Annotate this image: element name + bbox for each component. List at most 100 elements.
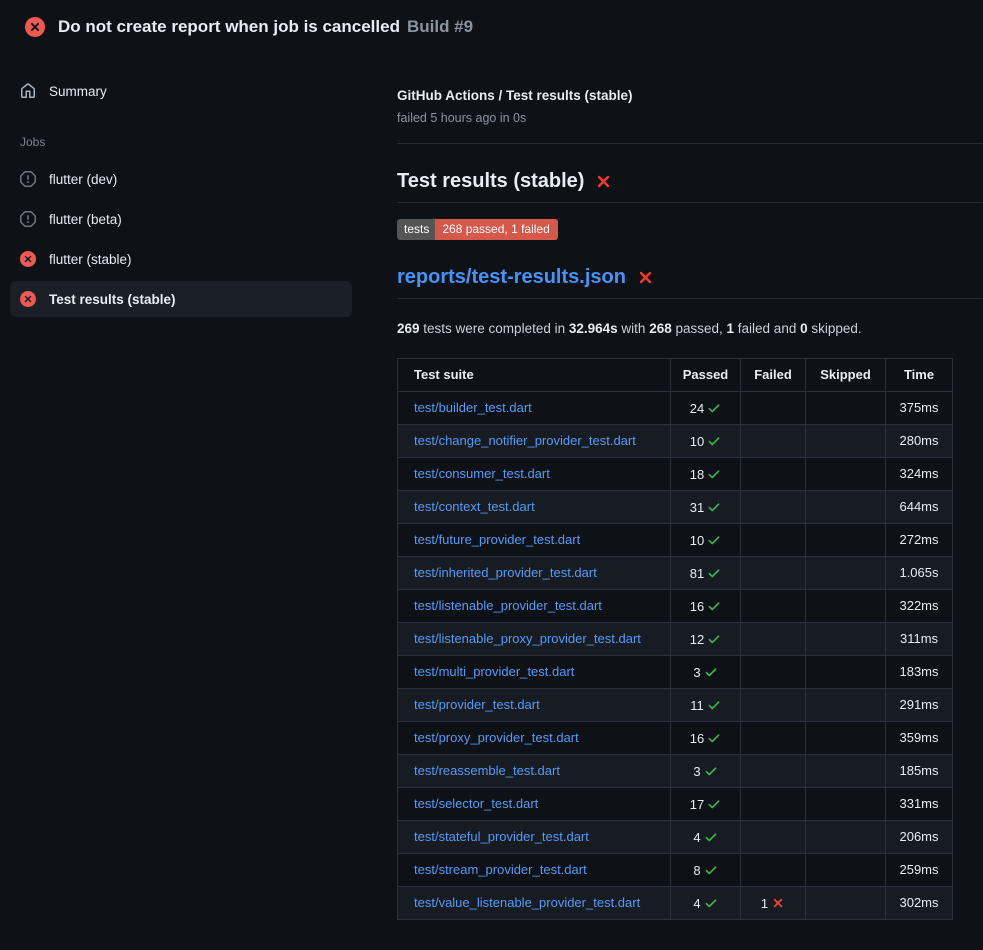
sidebar-item-summary[interactable]: Summary [10,73,352,109]
summary-text-part: 268 [649,321,672,336]
failed-count-cell [741,820,806,853]
suite-link[interactable]: test/value_listenable_provider_test.dart [414,895,640,910]
check-icon [704,830,718,844]
passed-count: 10 [690,434,704,449]
sidebar-item-job[interactable]: Test results (stable) [10,281,352,317]
suite-link[interactable]: test/reassemble_test.dart [414,763,560,778]
skipped-count-cell [806,622,886,655]
time-cell: 206ms [886,820,953,853]
skipped-count-cell [806,424,886,457]
failed-count-cell [741,853,806,886]
passed-count: 17 [690,797,704,812]
skipped-count-cell [806,886,886,919]
failed-count-cell [741,754,806,787]
suite-link[interactable]: test/listenable_provider_test.dart [414,598,602,613]
suite-link[interactable]: test/consumer_test.dart [414,466,550,481]
suite-link[interactable]: test/inherited_provider_test.dart [414,565,597,580]
sidebar-item-job[interactable]: flutter (dev) [10,161,352,197]
table-row: test/change_notifier_provider_test.dart 1… [398,424,953,457]
layout: Summary Jobs flutter (dev)flutter (beta)… [0,52,983,919]
failed-count-cell [741,523,806,556]
suite-cell: test/stream_provider_test.dart [398,853,671,886]
check-icon [704,896,718,910]
failed-count-cell [741,556,806,589]
check-icon [707,698,721,712]
report-file-link[interactable]: reports/test-results.json [397,266,626,289]
passed-count: 11 [690,698,704,713]
job-label: flutter (beta) [49,212,122,227]
suite-cell: test/multi_provider_test.dart [398,655,671,688]
failed-count-cell [741,622,806,655]
summary-line: 269 tests were completed in 32.964s with… [397,320,983,338]
passed-count: 3 [693,665,700,680]
passed-count-cell: 16 [671,721,741,754]
suite-link[interactable]: test/change_notifier_provider_test.dart [414,433,636,448]
passed-count-cell: 3 [671,655,741,688]
failed-count-cell [741,688,806,721]
suite-link[interactable]: test/listenable_proxy_provider_test.dart [414,631,641,646]
x-circle-icon [20,291,36,307]
suite-link[interactable]: test/selector_test.dart [414,796,538,811]
time-value: 375ms [899,400,938,415]
failed-count-cell [741,457,806,490]
failed-count-cell [741,589,806,622]
col-header-passed: Passed [671,358,741,391]
passed-count-cell: 4 [671,886,741,919]
table-row: test/proxy_provider_test.dart16359ms [398,721,953,754]
time-cell: 291ms [886,688,953,721]
time-value: 206ms [899,829,938,844]
summary-text-part: 269 [397,321,420,336]
time-value: 331ms [899,796,938,811]
time-cell: 322ms [886,589,953,622]
check-icon [707,731,721,745]
passed-count-cell: 10 [671,424,741,457]
table-row: test/listenable_proxy_provider_test.dart… [398,622,953,655]
suite-link[interactable]: test/stateful_provider_test.dart [414,829,589,844]
table-row: test/multi_provider_test.dart3183ms [398,655,953,688]
col-header-failed: Failed [741,358,806,391]
suite-link[interactable]: test/multi_provider_test.dart [414,664,574,679]
failed-status-icon [25,17,45,37]
passed-count: 8 [693,863,700,878]
suite-cell: test/listenable_provider_test.dart [398,589,671,622]
sidebar-item-job[interactable]: flutter (stable) [10,241,352,277]
summary-label: Summary [49,84,107,99]
suite-link[interactable]: test/future_provider_test.dart [414,532,580,547]
skipped-count-cell [806,523,886,556]
failed-count-cell [741,391,806,424]
suite-cell: test/proxy_provider_test.dart [398,721,671,754]
summary-text-part: skipped. [808,321,862,336]
passed-count: 4 [693,896,700,911]
results-table-body: test/builder_test.dart 24 375ms test/change… [398,391,953,919]
suite-link[interactable]: test/builder_test.dart [414,400,532,415]
passed-count-cell: 3 [671,754,741,787]
summary-text-part: 32.964s [569,321,618,336]
col-header-skipped: Skipped [806,358,886,391]
home-icon [20,83,36,99]
page-title: Do not create report when job is cancell… [58,17,473,37]
failed-count-cell [741,655,806,688]
build-number: Build #9 [407,17,473,36]
passed-count: 4 [693,830,700,845]
section-title-text: Test results (stable) [397,170,584,193]
time-cell: 324ms [886,457,953,490]
passed-count-cell: 16 [671,589,741,622]
sidebar: Summary Jobs flutter (dev)flutter (beta)… [0,52,397,321]
jobs-list: flutter (dev) flutter (beta) flutter (stab… [10,161,397,317]
time-value: 272ms [899,532,938,547]
check-icon [707,632,721,646]
suite-link[interactable]: test/proxy_provider_test.dart [414,730,579,745]
time-value: 302ms [899,895,938,910]
badge-value: 268 passed, 1 failed [435,219,557,240]
suite-link[interactable]: test/provider_test.dart [414,697,540,712]
time-cell: 185ms [886,754,953,787]
suite-cell: test/listenable_proxy_provider_test.dart [398,622,671,655]
col-header-test-suite: Test suite [398,358,671,391]
sidebar-item-job[interactable]: flutter (beta) [10,201,352,237]
suite-link[interactable]: test/context_test.dart [414,499,535,514]
passed-count: 31 [690,500,704,515]
suite-link[interactable]: test/stream_provider_test.dart [414,862,587,877]
check-icon [707,401,721,415]
passed-count-cell: 18 [671,457,741,490]
passed-count-cell: 24 [671,391,741,424]
